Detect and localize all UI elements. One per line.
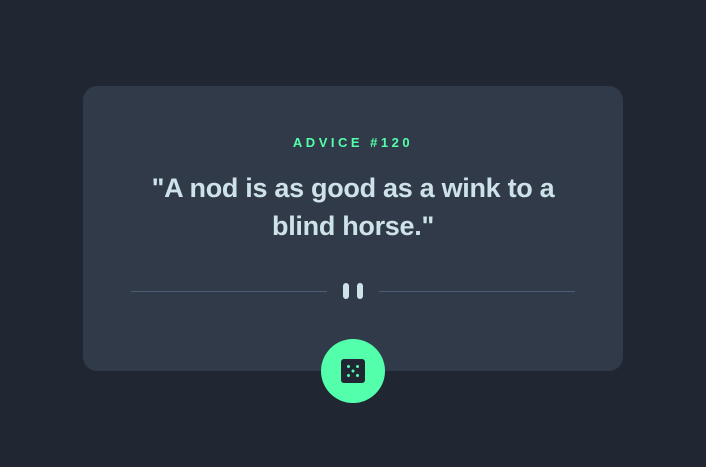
- divider-left-line: [131, 291, 327, 292]
- divider-right-line: [379, 291, 575, 292]
- advice-number: ADVICE #120: [292, 135, 414, 150]
- new-advice-button[interactable]: [321, 339, 385, 403]
- dice-icon: [341, 359, 365, 383]
- pause-bar-right: [357, 283, 363, 299]
- pause-bar-left: [343, 283, 349, 299]
- advice-quote: "A nod is as good as a wink to a blind h…: [151, 173, 555, 241]
- pause-icon: [343, 283, 363, 299]
- page: ADVICE #120 "A nod is as good as a wink …: [0, 0, 706, 467]
